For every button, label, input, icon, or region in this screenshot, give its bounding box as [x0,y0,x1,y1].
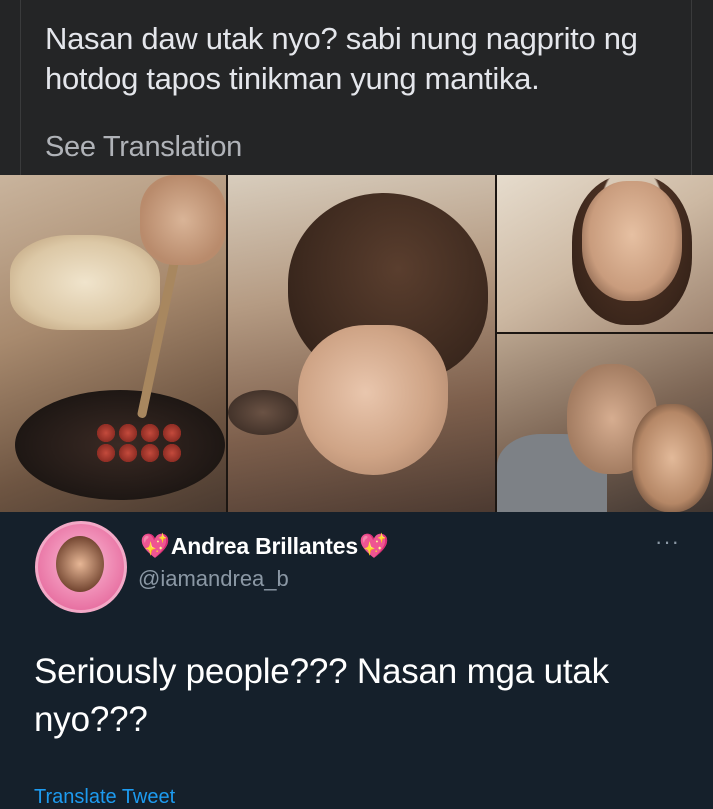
face-woman [632,404,712,512]
user-handle[interactable]: @iamandrea_b [138,566,289,592]
facebook-post: Nasan daw utak nyo? sabi nung nagprito n… [0,0,713,175]
translate-tweet-link[interactable]: Translate Tweet [34,786,175,809]
face [298,325,448,475]
more-options-icon[interactable]: ··· [655,531,680,553]
see-translation-link[interactable]: See Translation [45,131,242,164]
collage-photo-tasting-oil[interactable] [228,175,495,512]
face [582,181,682,301]
tweet-author-row[interactable]: 💖 Andrea Brillantes 💖 [140,531,389,561]
collage-photo-couple[interactable] [497,334,713,512]
collage-photo-frying-hotdogs[interactable] [0,175,226,512]
sparkling-heart-icon: 💖 [358,532,389,560]
display-name[interactable]: Andrea Brillantes [171,533,358,560]
hand [140,175,226,265]
ladle [228,390,298,435]
tweet-text: Seriously people??? Nasan mga utak nyo??… [34,652,609,739]
avatar-face [56,536,104,592]
avatar[interactable] [35,521,127,613]
photo-collage[interactable] [0,175,713,512]
collage-photo-smiling[interactable] [497,175,713,332]
bread-plate [10,235,160,330]
hotdogs [95,423,185,463]
post-caption: Nasan daw utak nyo? sabi nung nagprito n… [45,21,638,96]
sparkling-heart-icon: 💖 [140,532,170,560]
